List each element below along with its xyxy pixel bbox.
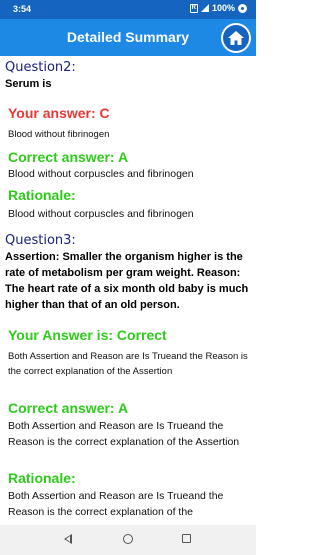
correct-answer-heading: Correct answer: A [8, 400, 129, 416]
question-text: Assertion: Smaller the organism higher i… [5, 251, 249, 311]
status-icons: R 100% [189, 3, 247, 13]
home-circle-icon[interactable] [123, 534, 133, 544]
system-nav-bar [0, 525, 256, 555]
your-answer-text: Blood without fibrinogen [8, 129, 110, 140]
home-button[interactable] [221, 23, 251, 53]
home-button-inner [223, 25, 249, 51]
rationale-text: Both Assertion and Reason are Is Trueand… [8, 490, 224, 518]
rationale-heading: Rationale: [8, 187, 76, 203]
battery-icon [238, 3, 247, 13]
status-bar: 3:54 R 100% [0, 0, 256, 19]
back-triangle-icon[interactable] [64, 534, 72, 544]
sim-icon: R [189, 3, 198, 13]
your-answer-text: Both Assertion and Reason are Is Trueand… [8, 351, 248, 377]
correct-answer-heading: Correct answer: A [8, 149, 129, 165]
status-time: 3:54 [13, 4, 32, 14]
your-answer-heading: Your answer: C [8, 105, 110, 121]
battery-level: 100% [211, 3, 235, 13]
rationale-heading: Rationale: [8, 470, 76, 486]
recents-square-icon[interactable] [182, 534, 191, 543]
app-bar: Detailed Summary [0, 19, 256, 56]
question-label: Question3: [5, 233, 76, 248]
question-label: Question2: [5, 60, 76, 75]
page-title: Detailed Summary [66, 29, 190, 45]
your-answer-heading: Your Answer is: Correct [8, 327, 167, 343]
correct-answer-text: Both Assertion and Reason are Is Trueand… [8, 420, 240, 448]
signal-icon [200, 4, 209, 12]
summary-content[interactable]: Question2: Serum is Your answer: C Blood… [0, 56, 256, 525]
correct-answer-text: Blood without corpuscles and fibrinogen [8, 168, 194, 180]
rationale-text: Blood without corpuscles and fibrinogen [8, 208, 194, 220]
question-text: Serum is [5, 78, 52, 90]
home-icon [228, 31, 244, 45]
